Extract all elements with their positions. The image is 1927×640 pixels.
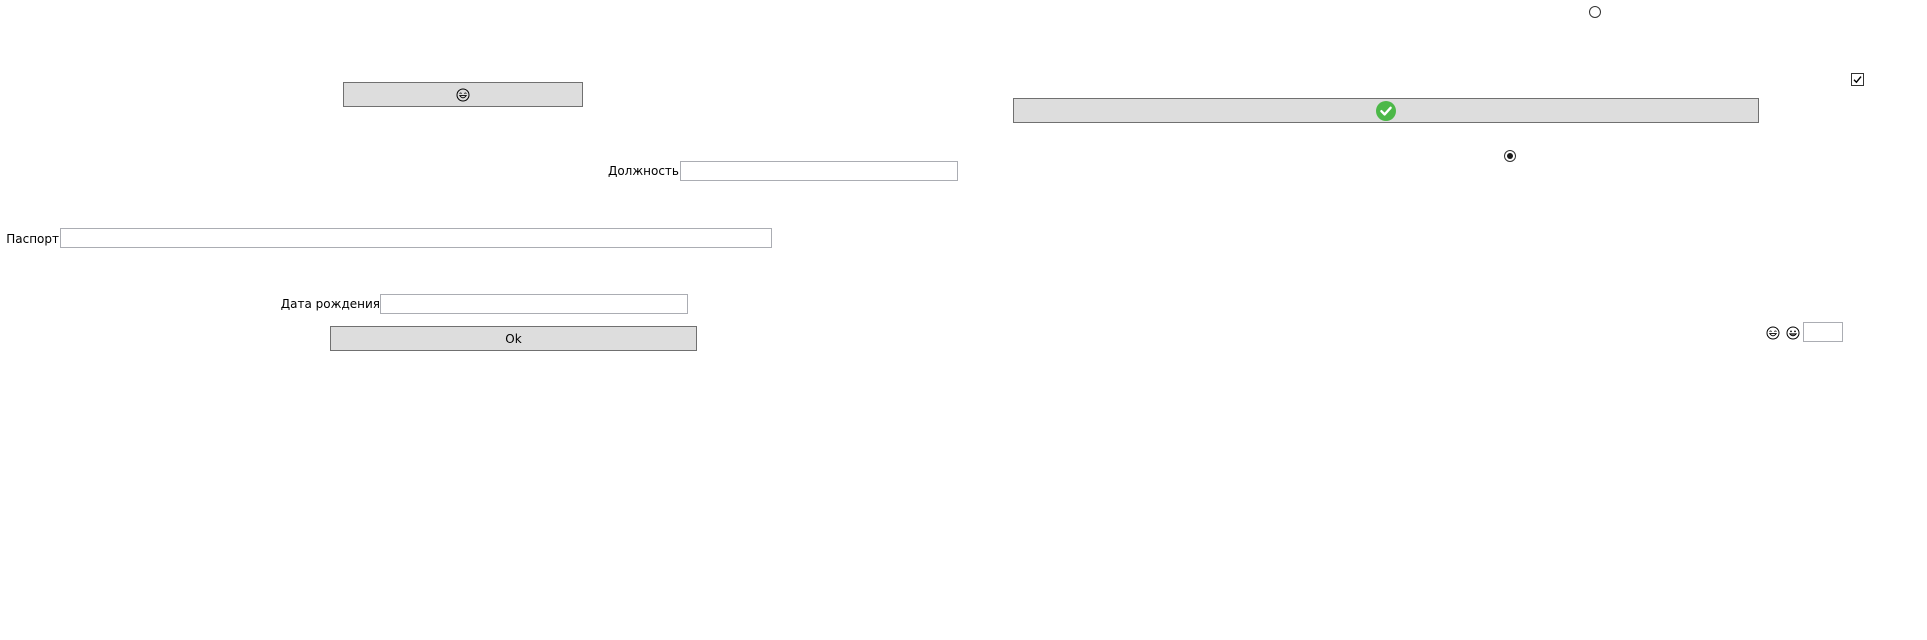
ok-button[interactable]: Ok: [330, 326, 697, 351]
window: Должность Паспорт Дата рождения Ok: [0, 0, 1927, 640]
radio-dot: [1507, 153, 1513, 159]
confirm-button[interactable]: [1013, 98, 1759, 123]
passport-input[interactable]: [60, 228, 772, 248]
birthdate-label: Дата рождения: [280, 297, 380, 311]
small-input[interactable]: [1803, 322, 1843, 342]
position-input[interactable]: [680, 161, 958, 181]
passport-label: Паспорт: [6, 232, 59, 246]
grinning-face-icon: [1786, 326, 1800, 340]
middle-radio-button[interactable]: [1504, 150, 1516, 162]
position-label: Должность: [607, 164, 679, 178]
checkbox[interactable]: [1851, 73, 1864, 86]
checkmark-icon: [1853, 76, 1862, 84]
laughing-face-icon: [456, 88, 470, 101]
laughing-face-icon: [1766, 326, 1780, 340]
birthdate-input[interactable]: [380, 294, 688, 314]
emoji-button[interactable]: [343, 82, 583, 107]
top-radio-button[interactable]: [1589, 6, 1601, 18]
green-check-circle-icon: [1376, 100, 1396, 121]
